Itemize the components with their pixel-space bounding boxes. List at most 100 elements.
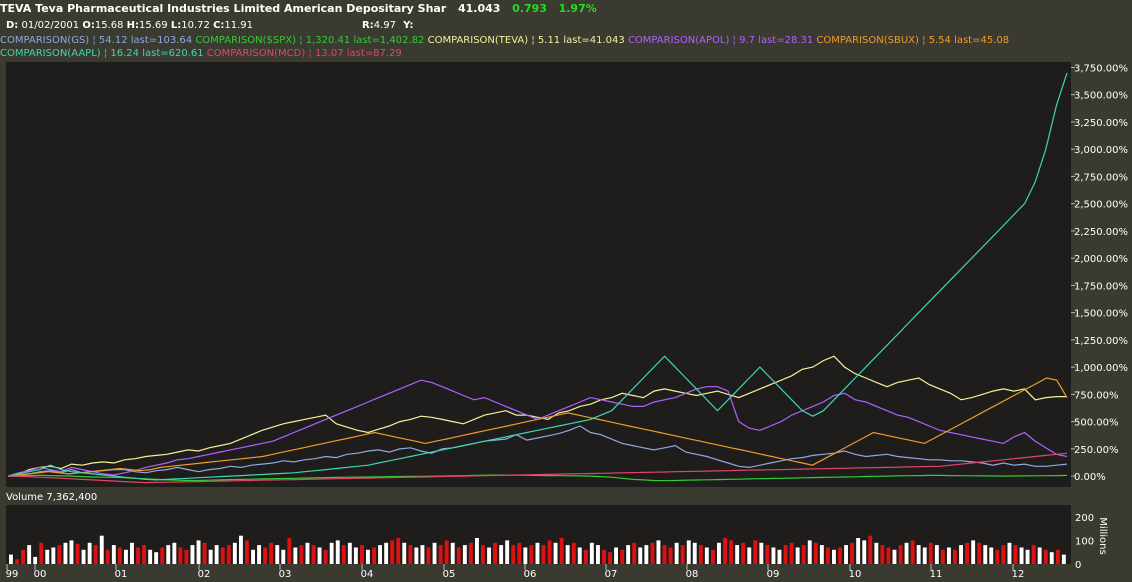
volume-bar <box>735 545 740 564</box>
volume-bar <box>396 538 401 564</box>
volume-bar <box>989 547 994 564</box>
y-tick-label: 3,500.00% <box>1074 91 1128 102</box>
volume-bar <box>329 542 334 564</box>
volume-bar <box>686 540 691 564</box>
volume-bar <box>408 545 413 564</box>
volume-bar <box>1049 552 1054 564</box>
volume-bar <box>644 545 649 564</box>
volume-bar <box>583 549 588 564</box>
volume-bar <box>656 540 661 564</box>
volume-bar <box>335 540 340 564</box>
volume-bar <box>142 545 146 564</box>
volume-bar <box>947 547 951 564</box>
volume-bar <box>232 542 237 564</box>
volume-bar <box>904 542 909 564</box>
volume-bar <box>105 549 110 564</box>
volume-bar <box>475 538 479 564</box>
volume-bar <box>523 547 528 564</box>
volume-tick-label: 100 <box>1075 536 1094 547</box>
volume-bar <box>117 547 122 564</box>
volume-bar <box>432 542 437 564</box>
volume-bar <box>487 547 491 564</box>
y-tick-label: 2,500.00% <box>1074 200 1128 211</box>
volume-bar <box>420 545 425 564</box>
volume-bar <box>166 545 171 564</box>
volume-bar <box>426 547 431 564</box>
volume-bar <box>874 542 879 564</box>
volume-bar <box>838 547 842 564</box>
volume-bar <box>45 549 50 564</box>
y-tick-label: 500.00% <box>1074 418 1119 429</box>
volume-bar <box>202 542 207 564</box>
volume-bar <box>208 549 213 564</box>
volume-bar <box>99 535 104 564</box>
volume-bar <box>87 542 92 564</box>
y-tick-label: 250.00% <box>1074 445 1119 456</box>
volume-bar <box>807 540 812 564</box>
volume-bar <box>172 542 177 564</box>
volume-bar <box>111 545 116 564</box>
volume-bar <box>51 547 56 564</box>
volume-bar <box>220 547 225 564</box>
volume-bar <box>577 547 582 564</box>
y-tick-label: 0.00% <box>1074 472 1106 483</box>
volume-bar <box>1055 549 1060 564</box>
volume-bar <box>505 540 510 564</box>
volume-bar <box>317 547 322 564</box>
volume-bar <box>753 540 758 564</box>
volume-bar <box>783 545 788 564</box>
volume-bar <box>257 545 261 564</box>
volume-bar <box>493 542 497 564</box>
x-tick-label: 99 <box>6 569 19 580</box>
volume-bar <box>602 549 606 564</box>
volume-bar <box>711 549 715 564</box>
volume-bar <box>704 547 709 564</box>
volume-bar <box>844 545 848 564</box>
x-tick-label: 03 <box>279 569 292 580</box>
volume-bar <box>759 542 764 564</box>
volume-bar <box>196 540 201 564</box>
volume-bar <box>535 542 540 564</box>
volume-bar <box>366 549 370 564</box>
volume-bar <box>589 542 594 564</box>
y-tick-label: 2,250.00% <box>1074 227 1128 238</box>
x-tick-label: 02 <box>198 569 211 580</box>
volume-bar <box>741 542 746 564</box>
volume-bar <box>559 538 564 564</box>
chart-canvas: Volume 7,362,400 0.00% 250.00% 500.00% 750.0… <box>6 62 1128 580</box>
volume-bar <box>281 549 286 564</box>
volume-bar <box>850 542 854 564</box>
volume-unit-label: Millions <box>1097 517 1108 554</box>
volume-bar <box>626 545 631 564</box>
volume-bar <box>547 540 552 564</box>
volume-bar <box>608 552 612 564</box>
volume-label: Volume 7,362,400 <box>6 492 97 503</box>
volume-bar <box>21 549 25 564</box>
volume-bar <box>372 547 376 564</box>
volume-bar <box>136 547 140 564</box>
volume-bar <box>916 545 921 564</box>
volume-bar <box>323 549 328 564</box>
volume-bar <box>450 542 455 564</box>
volume-bar <box>698 545 703 564</box>
volume-bar <box>789 542 794 564</box>
x-tick-label: 06 <box>524 569 537 580</box>
volume-bar <box>813 542 818 564</box>
volume-bar <box>977 542 982 564</box>
volume-bar <box>69 540 74 564</box>
volume-bar <box>245 540 249 564</box>
x-tick-label: 05 <box>443 569 456 580</box>
volume-bar <box>341 545 346 564</box>
volume-bar <box>378 545 382 564</box>
y-tick-label: 1,250.00% <box>1074 336 1128 347</box>
x-tick-label: 12 <box>1012 569 1025 580</box>
volume-bar <box>184 549 189 564</box>
volume-bar <box>178 547 183 564</box>
volume-bar <box>353 547 358 564</box>
volume-bar <box>971 540 976 564</box>
volume-bar <box>922 547 927 564</box>
volume-bar <box>928 542 933 564</box>
volume-bar <box>160 547 165 564</box>
volume-bar <box>650 542 655 564</box>
volume-bar <box>239 535 243 564</box>
